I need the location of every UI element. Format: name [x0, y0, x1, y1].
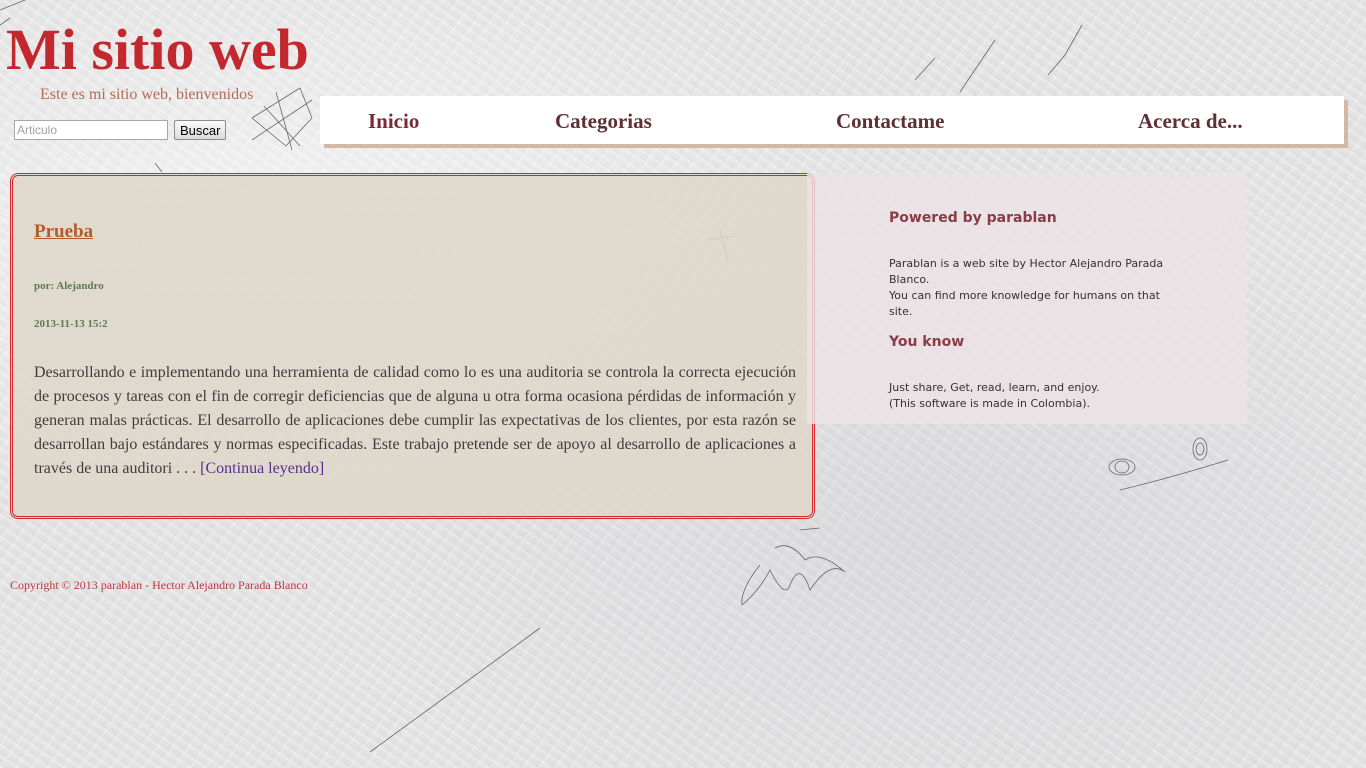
sidebar-line: You can find more knowledge for humans o… [889, 289, 1160, 318]
search-button[interactable]: Buscar [174, 120, 227, 140]
main-nav: Inicio Categorias Contactame Acerca de..… [320, 96, 1344, 144]
search-form: Buscar [14, 120, 227, 140]
read-more-link[interactable]: [Continua leyendo] [200, 460, 324, 477]
site-tagline: Este es mi sitio web, bienvenidos [40, 86, 254, 103]
post-date: 2013-11-13 15:2 [34, 318, 108, 330]
nav-item-acerca-de[interactable]: Acerca de... [1138, 108, 1243, 134]
sidebar-line: Just share, Get, read, learn, and enjoy. [889, 381, 1100, 394]
post-title-link[interactable]: Prueba [34, 220, 93, 244]
nav-item-contactame[interactable]: Contactame [836, 108, 944, 134]
nav-item-categorias[interactable]: Categorias [555, 108, 652, 134]
sidebar-line: (This software is made in Colombia). [889, 397, 1090, 410]
post-excerpt: Desarrollando e implementando una herram… [34, 361, 796, 481]
post-excerpt-text: Desarrollando e implementando una herram… [34, 364, 796, 477]
post-card: Prueba por: Alejandro 2013-11-13 15:2 De… [10, 173, 815, 519]
sidebar-text-powered-by: Parablan is a web site by Hector Alejand… [889, 256, 1169, 320]
sidebar-heading-you-know: You know [889, 334, 965, 350]
nav-item-inicio[interactable]: Inicio [368, 108, 419, 134]
site-title: Mi sitio web [6, 17, 309, 82]
sidebar-text-you-know: Just share, Get, read, learn, and enjoy.… [889, 380, 1169, 412]
sidebar-heading-powered-by: Powered by parablan [889, 210, 1057, 226]
search-input[interactable] [14, 120, 168, 140]
post-author: por: Alejandro [34, 280, 104, 292]
sidebar-line: Parablan is a web site by Hector Alejand… [889, 257, 1164, 286]
footer-copyright: Copyright © 2013 parablan - Hector Aleja… [10, 578, 308, 592]
sidebar: Powered by parablan Parablan is a web si… [807, 173, 1247, 424]
